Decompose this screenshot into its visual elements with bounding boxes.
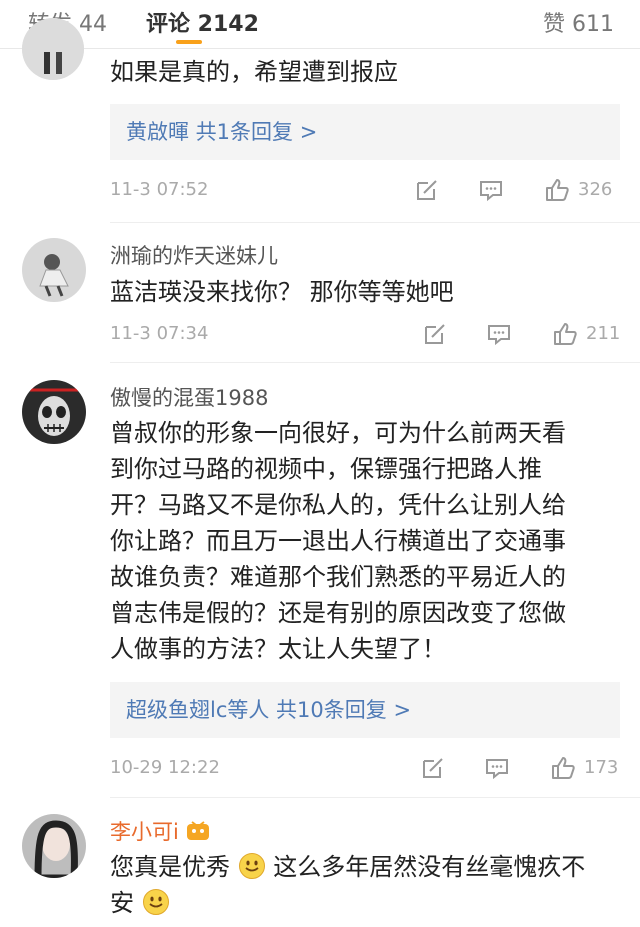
comment-text-part: 这么多年居然没有丝毫愧疚不 (273, 853, 586, 881)
username[interactable]: 李小可i (110, 816, 210, 846)
like-count: 326 (578, 179, 613, 200)
comment-text: 如果是真的，希望遭到报应 (110, 58, 398, 86)
comment-text: 曾叔你的形象一向很好，可为什么前两天看 到你过马路的视频中，保镖强行把路人推 开… (110, 419, 566, 663)
avatar[interactable] (22, 238, 86, 302)
repost-icon[interactable] (420, 755, 446, 781)
like-count: 173 (584, 757, 619, 778)
timestamp: 11-3 07:52 (110, 179, 209, 200)
thumbs-up-icon[interactable] (552, 321, 578, 347)
divider (110, 362, 640, 363)
comment-icon[interactable] (486, 321, 512, 347)
comment-icon[interactable] (484, 755, 510, 781)
timestamp: 11-3 07:34 (110, 323, 209, 344)
avatar[interactable] (22, 18, 84, 80)
comment-meta: 11-3 07:34 211 (110, 321, 640, 347)
reply-summary[interactable]: 黄啟暉 共1条回复 > (110, 104, 620, 160)
avatar[interactable] (22, 814, 86, 878)
thumbs-up-icon[interactable] (544, 177, 570, 203)
comment-text-part: 安 (110, 889, 134, 917)
username[interactable]: 洲瑜的炸天迷妹儿 (110, 240, 278, 270)
username-text: 李小可i (110, 820, 179, 844)
comment-text: 您真是优秀 这么多年居然没有丝毫愧疚不 安 (110, 849, 620, 921)
timestamp: 10-29 12:22 (110, 757, 220, 778)
tab-likes[interactable]: 赞 611 (543, 6, 614, 38)
active-tab-indicator (176, 40, 202, 44)
smile-emoji-icon (142, 888, 170, 916)
repost-icon[interactable] (422, 321, 448, 347)
like-count: 211 (586, 323, 621, 344)
username[interactable]: 傲慢的混蛋1988 (110, 382, 268, 412)
thumbs-up-icon[interactable] (550, 755, 576, 781)
tab-comments[interactable]: 评论 2142 (146, 6, 259, 38)
comment-tabs: 转发 44 评论 2142 赞 611 (0, 0, 640, 49)
comment-meta: 10-29 12:22 173 (110, 755, 640, 781)
smile-emoji-icon (238, 852, 266, 880)
divider (110, 797, 640, 798)
comment-meta: 11-3 07:52 326 (110, 177, 640, 203)
repost-icon[interactable] (414, 177, 440, 203)
avatar[interactable] (22, 380, 86, 444)
reply-summary[interactable]: 超级鱼翅lc等人 共10条回复 > (110, 682, 620, 738)
comment-text-part: 您真是优秀 (110, 853, 230, 881)
member-badge-icon (186, 819, 210, 841)
divider (110, 222, 640, 223)
comment-icon[interactable] (478, 177, 504, 203)
comment-text: 蓝洁瑛没来找你？ 那你等等她吧 (110, 278, 454, 306)
